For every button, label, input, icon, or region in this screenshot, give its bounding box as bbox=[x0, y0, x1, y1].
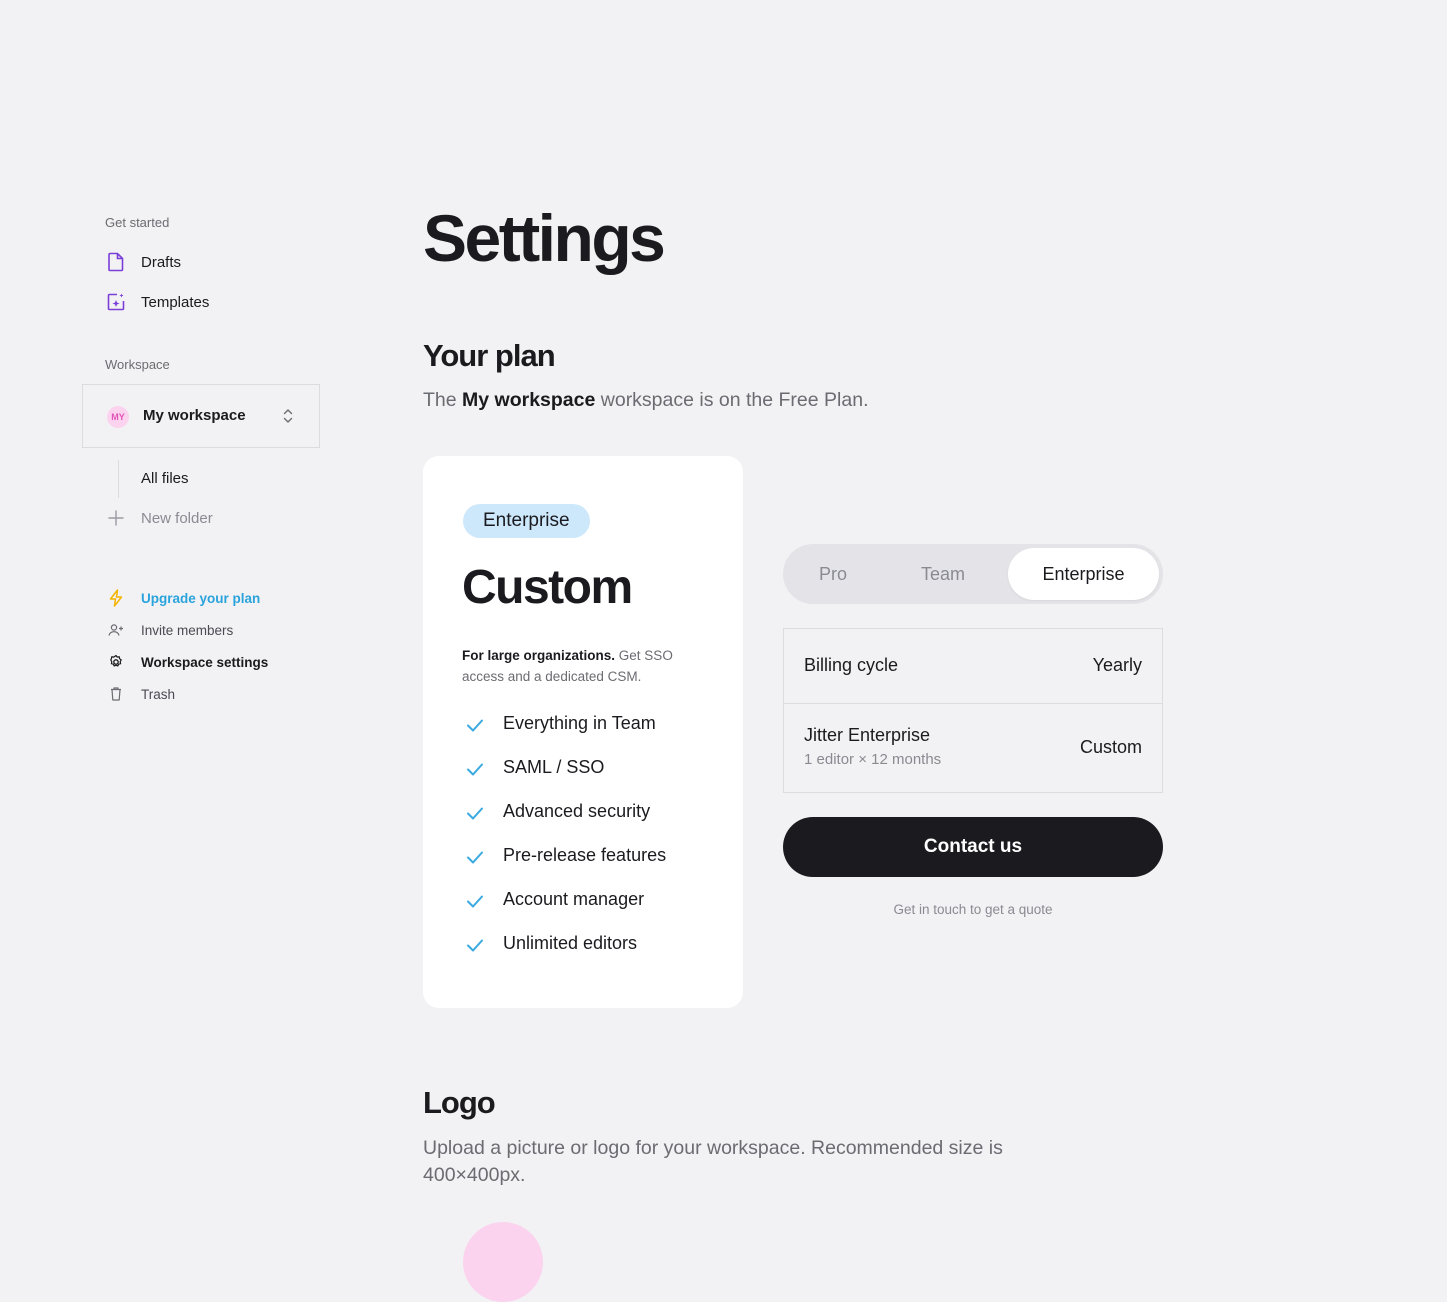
feature-item: SAML / SSO bbox=[463, 757, 666, 801]
plan-item-label: Jitter Enterprise bbox=[804, 725, 931, 745]
plus-icon bbox=[106, 508, 126, 528]
plan-description: The My workspace workspace is on the Fre… bbox=[423, 389, 868, 412]
sidebar-item-all-files[interactable]: All files bbox=[141, 466, 189, 490]
trash-label: Trash bbox=[141, 686, 176, 702]
billing-cycle-value: Yearly bbox=[1092, 655, 1142, 675]
check-icon bbox=[463, 757, 487, 781]
feature-label: Account manager bbox=[503, 889, 645, 909]
plan-price: Custom bbox=[462, 561, 633, 614]
plan-card-desc-bold: For large organizations. bbox=[462, 648, 616, 663]
sidebar: Get started Drafts Templates Workspace M… bbox=[82, 0, 322, 1230]
plan-badge: Enterprise bbox=[463, 504, 590, 538]
sparkle-template-icon bbox=[106, 292, 126, 312]
plan-desc-prefix: The bbox=[423, 389, 457, 411]
feature-list: Everything in Team SAML / SSO Advanced s… bbox=[463, 713, 666, 977]
feature-item: Unlimited editors bbox=[463, 933, 666, 977]
check-icon bbox=[463, 845, 487, 869]
new-folder-button[interactable]: New folder bbox=[106, 506, 213, 530]
logo-heading: Logo bbox=[423, 1085, 496, 1120]
invite-members-link[interactable]: Invite members bbox=[108, 620, 233, 640]
sidebar-item-templates[interactable]: Templates bbox=[106, 290, 209, 314]
upgrade-plan-link[interactable]: Upgrade your plan bbox=[108, 588, 260, 608]
workspace-logo-placeholder[interactable] bbox=[463, 1222, 543, 1302]
contact-note: Get in touch to get a quote bbox=[893, 902, 1053, 917]
billing-cycle-label: Billing cycle bbox=[804, 655, 899, 675]
page-title: Settings bbox=[423, 201, 666, 275]
check-icon bbox=[463, 801, 487, 825]
logo-description: Upload a picture or logo for your worksp… bbox=[423, 1137, 1003, 1186]
plan-desc-suffix: workspace is on the Free Plan. bbox=[600, 389, 869, 411]
feature-label: SAML / SSO bbox=[503, 757, 605, 777]
tab-enterprise[interactable]: Enterprise bbox=[1008, 548, 1159, 600]
contact-us-button[interactable]: Contact us bbox=[783, 817, 1163, 877]
chevron-up-down-icon bbox=[282, 407, 294, 430]
sidebar-item-label: Templates bbox=[141, 293, 210, 311]
workspace-label: Workspace bbox=[105, 357, 170, 372]
trash-link[interactable]: Trash bbox=[108, 684, 175, 704]
feature-label: Everything in Team bbox=[503, 713, 656, 733]
check-icon bbox=[463, 713, 487, 737]
feature-label: Advanced security bbox=[503, 801, 651, 821]
feature-item: Account manager bbox=[463, 889, 666, 933]
workspace-name: My workspace bbox=[143, 407, 246, 424]
feature-item: Advanced security bbox=[463, 801, 666, 845]
plan-heading: Your plan bbox=[423, 338, 556, 373]
new-folder-label: New folder bbox=[141, 509, 213, 527]
feature-item: Everything in Team bbox=[463, 713, 666, 757]
feature-label: Unlimited editors bbox=[503, 933, 638, 953]
tab-team[interactable]: Team bbox=[889, 548, 997, 600]
gear-icon bbox=[108, 654, 124, 670]
plan-tabs: Pro Team Enterprise bbox=[783, 544, 1163, 604]
workspace-settings-label: Workspace settings bbox=[141, 654, 269, 670]
workspace-selector[interactable]: MY My workspace bbox=[82, 384, 320, 448]
plan-item-value: Custom bbox=[1079, 737, 1142, 757]
check-icon bbox=[463, 933, 487, 957]
plan-summary: Billing cycle Yearly Jitter Enterprise 1… bbox=[783, 628, 1163, 793]
trash-icon bbox=[108, 686, 124, 702]
plan-card: Enterprise Custom For large organization… bbox=[423, 456, 743, 1008]
plan-card-description: For large organizations. Get SSO access … bbox=[462, 645, 702, 687]
tab-pro[interactable]: Pro bbox=[787, 548, 879, 600]
get-started-label: Get started bbox=[105, 215, 170, 230]
sidebar-item-label: All files bbox=[141, 469, 189, 487]
sidebar-item-label: Drafts bbox=[141, 253, 182, 271]
check-icon bbox=[463, 889, 487, 913]
workspace-settings-link[interactable]: Workspace settings bbox=[108, 652, 268, 672]
workspace-avatar: MY bbox=[107, 406, 129, 428]
invite-members-label: Invite members bbox=[141, 622, 234, 638]
sidebar-item-drafts[interactable]: Drafts bbox=[106, 250, 181, 274]
add-user-icon bbox=[108, 622, 124, 638]
billing-cycle-row: Billing cycle Yearly bbox=[784, 629, 1162, 704]
document-icon bbox=[106, 252, 126, 272]
tree-connector bbox=[118, 460, 119, 498]
lightning-icon bbox=[108, 589, 124, 607]
feature-item: Pre-release features bbox=[463, 845, 666, 889]
plan-item-sub: 1 editor × 12 months bbox=[804, 751, 942, 768]
plan-desc-workspace: My workspace bbox=[462, 389, 596, 411]
feature-label: Pre-release features bbox=[503, 845, 667, 865]
upgrade-plan-label: Upgrade your plan bbox=[141, 590, 261, 606]
